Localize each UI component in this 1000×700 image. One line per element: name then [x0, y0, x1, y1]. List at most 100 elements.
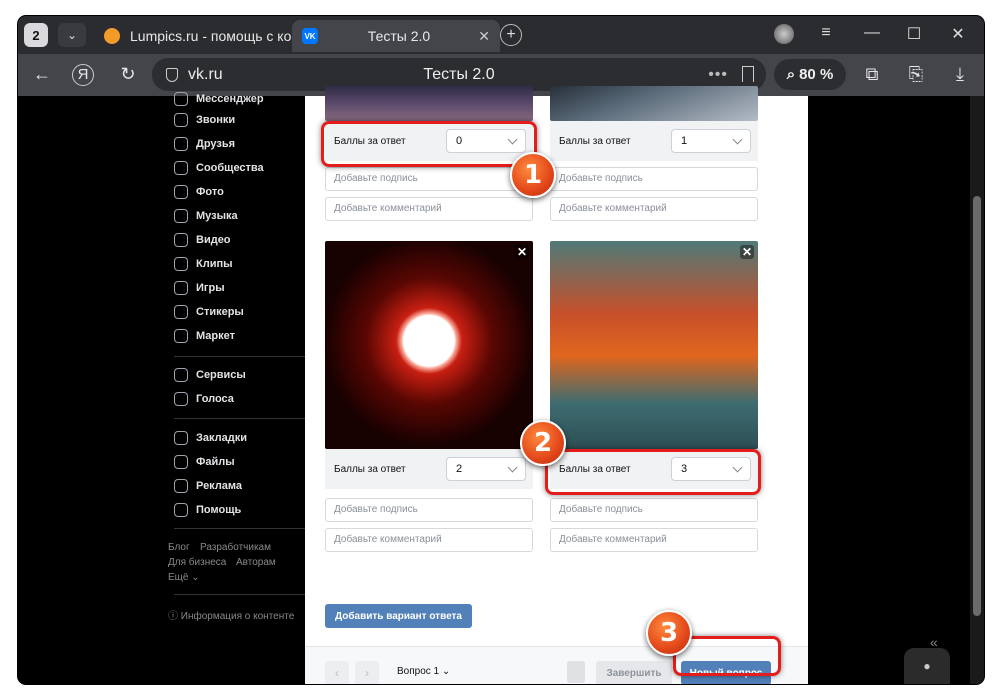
score-value: 1	[681, 135, 688, 147]
caption-input[interactable]: Добавьте подпись	[325, 498, 533, 522]
back-icon[interactable]: ←	[30, 64, 54, 85]
footer-link-business[interactable]: Для бизнеса	[168, 557, 226, 568]
sidebar-item-votes[interactable]: Голоса	[174, 390, 234, 408]
ads-icon	[174, 479, 188, 493]
sidebar-item-communities[interactable]: Сообщества	[174, 159, 264, 177]
chevron-down-icon	[507, 462, 518, 472]
photo-icon	[174, 185, 188, 199]
caption-input[interactable]: Добавьте подпись	[325, 167, 533, 191]
tab-title: Lumpics.ru - помощь с ком	[130, 28, 294, 44]
footer-link-developers[interactable]: Разработчикам	[200, 542, 271, 553]
zoom-button[interactable]: ⌕ 80 %	[774, 59, 846, 90]
sidebar-item-label: Игры	[196, 282, 225, 294]
votes-icon	[174, 392, 188, 406]
sidebar-item-games[interactable]: Игры	[174, 279, 225, 297]
sidebar-item-files[interactable]: Файлы	[174, 453, 235, 471]
sidebar-item-ads[interactable]: Реклама	[174, 477, 242, 495]
sidebar-item-photo[interactable]: Фото	[174, 183, 224, 201]
sidebar-item-stickers[interactable]: Стикеры	[174, 303, 244, 321]
sidebar-item-market[interactable]: Маркет	[174, 327, 235, 345]
remove-answer-close-icon[interactable]: ✕	[740, 245, 754, 259]
sidebar-item-label: Музыка	[196, 210, 238, 222]
sidebar-item-bookmarks[interactable]: Закладки	[174, 429, 247, 447]
footer-link-more[interactable]: Ещё ⌄	[168, 572, 200, 583]
sidebar-item-label: Сообщества	[196, 162, 264, 174]
stickers-icon	[174, 305, 188, 319]
trash-icon[interactable]	[567, 661, 585, 683]
step-marker-3: 3	[646, 610, 692, 656]
zoom-level: 80 %	[799, 66, 834, 83]
more-dots-icon[interactable]: •••	[708, 66, 728, 84]
comment-input[interactable]: Добавьте комментарий	[550, 197, 758, 221]
sidebar-divider	[174, 528, 318, 529]
sidebar-item-music[interactable]: Музыка	[174, 207, 238, 225]
minimize-icon[interactable]: —	[860, 24, 884, 42]
services-icon	[174, 368, 188, 382]
footer-link-blog[interactable]: Блог	[168, 542, 190, 553]
reload-icon[interactable]: ↻	[116, 64, 140, 85]
comment-input[interactable]: Добавьте комментарий	[550, 528, 758, 552]
sidebar-item-label: Голоса	[196, 393, 234, 405]
sidebar-item-label: Мессенджер	[196, 93, 264, 105]
tab-lumpics[interactable]: Lumpics.ru - помощь с ком	[94, 20, 294, 52]
collections-icon[interactable]: ⎘	[904, 64, 928, 85]
tab-count-button[interactable]: 2	[24, 23, 48, 47]
caption-input[interactable]: Добавьте подпись	[550, 498, 758, 522]
maximize-icon[interactable]: ☐	[902, 24, 926, 44]
chevron-down-icon[interactable]: ⌄	[58, 23, 86, 47]
add-answer-button[interactable]: Добавить вариант ответа	[325, 604, 472, 628]
sidebar: Мессенджер Звонки Друзья Сообщества Фото…	[154, 92, 432, 684]
sidebar-item-help[interactable]: Помощь	[174, 501, 241, 519]
answer-image	[325, 86, 533, 121]
finish-button[interactable]: Завершить	[596, 661, 672, 684]
comment-input[interactable]: Добавьте комментарий	[325, 528, 533, 552]
tab-vk-tests[interactable]: VK Тесты 2.0 ✕	[292, 20, 500, 52]
question-select-label: Вопрос 1	[397, 666, 440, 677]
bookmark-icon[interactable]	[742, 66, 754, 82]
prev-question-icon[interactable]: ‹	[325, 661, 349, 684]
score-row: Баллы за ответ 1	[550, 121, 758, 161]
footer-link-authors[interactable]: Авторам	[236, 557, 276, 568]
sidebar-item-calls[interactable]: Звонки	[174, 111, 235, 129]
lumpics-favicon-icon	[104, 28, 120, 44]
phone-icon	[174, 113, 188, 127]
scrollbar-thumb[interactable]	[973, 196, 981, 616]
page-scrollbar[interactable]	[970, 96, 984, 684]
answer-card: Баллы за ответ 1 Добавьте подпись Добавь…	[550, 86, 758, 226]
content-info-link[interactable]: ⓘ Информация о контенте	[168, 607, 294, 622]
step-marker-2: 2	[520, 420, 566, 466]
sidebar-item-friends[interactable]: Друзья	[174, 135, 235, 153]
yandex-icon[interactable]: Я	[72, 64, 94, 86]
new-tab-plus-icon[interactable]: +	[500, 24, 522, 46]
extensions-icon[interactable]: ⧉	[860, 64, 884, 85]
profile-avatar[interactable]	[774, 24, 794, 44]
close-window-icon[interactable]: ✕	[946, 24, 970, 44]
score-row: Баллы за ответ 2	[325, 449, 533, 489]
sidebar-item-label: Звонки	[196, 114, 236, 126]
comment-input[interactable]: Добавьте комментарий	[325, 197, 533, 221]
games-icon	[174, 281, 188, 295]
next-question-icon[interactable]: ›	[355, 661, 379, 684]
market-icon	[174, 329, 188, 343]
chat-bubble-icon[interactable]: ●	[904, 648, 950, 684]
remove-answer-close-icon[interactable]: ✕	[515, 245, 529, 259]
sidebar-item-label: Маркет	[196, 330, 235, 342]
sidebar-item-label: Реклама	[196, 480, 243, 492]
music-icon	[174, 209, 188, 223]
menu-icon[interactable]: ≡	[814, 24, 838, 42]
sidebar-item-label: Друзья	[196, 138, 236, 150]
score-label: Баллы за ответ	[334, 463, 406, 475]
vk-favicon-icon: VK	[302, 28, 318, 44]
sidebar-item-video[interactable]: Видео	[174, 231, 231, 249]
close-icon[interactable]: ✕	[478, 28, 490, 45]
step-marker-1: 1	[510, 152, 556, 198]
download-icon[interactable]: ⤓	[948, 64, 972, 85]
sidebar-item-messenger[interactable]: Мессенджер	[174, 90, 264, 108]
score-select[interactable]: 2	[446, 457, 526, 481]
score-select[interactable]: 1	[671, 129, 751, 153]
sidebar-item-clips[interactable]: Клипы	[174, 255, 233, 273]
sidebar-item-services[interactable]: Сервисы	[174, 366, 246, 384]
question-select[interactable]: Вопрос 1 ⌄	[397, 666, 450, 677]
sidebar-item-label: Фото	[196, 186, 224, 198]
caption-input[interactable]: Добавьте подпись	[550, 167, 758, 191]
